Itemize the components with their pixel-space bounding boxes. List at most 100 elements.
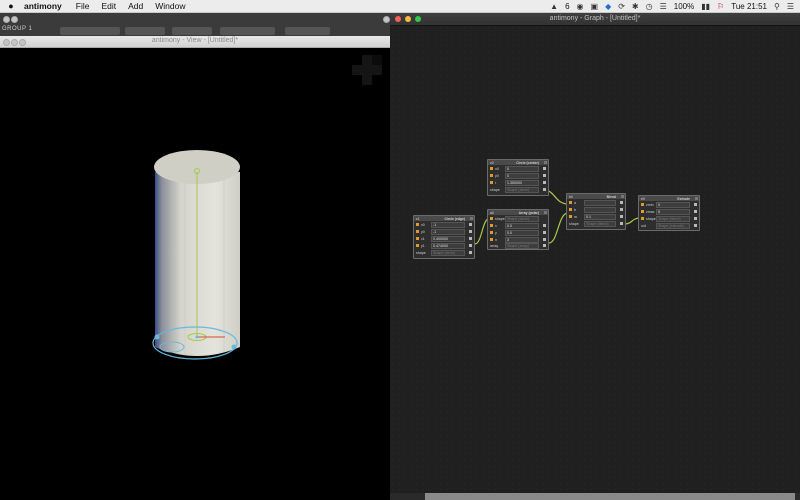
edge-handle-icon[interactable] xyxy=(154,334,160,340)
background-tab[interactable] xyxy=(285,27,330,35)
param-field[interactable] xyxy=(584,199,616,206)
background-window-bar[interactable] xyxy=(425,493,795,500)
list-icon[interactable]: ☰ xyxy=(787,2,794,11)
node-blend[interactable]: b0 Blend a b m 0.1 shape Shape (blend) xyxy=(566,193,626,230)
input-pin-icon[interactable] xyxy=(641,217,644,220)
viewport-3d[interactable] xyxy=(0,47,390,500)
param-label: y0 xyxy=(495,173,499,178)
param-field[interactable]: 0 xyxy=(505,172,539,179)
param-field[interactable]: 0.0 xyxy=(505,222,539,229)
node-close-icon[interactable] xyxy=(544,211,547,214)
node-close-icon[interactable] xyxy=(621,195,624,198)
output-pin-icon[interactable] xyxy=(620,208,623,211)
menu-edit[interactable]: Edit xyxy=(95,1,122,11)
output-pin-icon[interactable] xyxy=(694,210,697,213)
output-pin-icon[interactable] xyxy=(469,244,472,247)
camera-icon[interactable]: ▣ xyxy=(591,2,599,11)
output-pin-icon[interactable] xyxy=(543,188,546,191)
bluetooth-icon[interactable]: ✱ xyxy=(632,2,639,11)
output-pin-icon[interactable] xyxy=(694,203,697,206)
node-circle-edge[interactable]: c1 Circle (edge) x0 -1 y0 -1 x1 0.400000 y1… xyxy=(413,215,475,259)
graph-window[interactable]: antimony - Graph - [Untitled]* c0 Circle… xyxy=(390,13,800,493)
input-pin-icon[interactable] xyxy=(416,223,419,226)
background-window-close-icon[interactable] xyxy=(3,16,10,23)
apple-menu-icon[interactable]: ● xyxy=(0,1,22,11)
background-window-min-icon[interactable] xyxy=(11,16,18,23)
battery-icon[interactable]: ▮▮ xyxy=(701,2,710,11)
output-pin-icon[interactable] xyxy=(469,237,472,240)
input-pin-icon[interactable] xyxy=(490,224,493,227)
timemachine-icon[interactable]: ◷ xyxy=(646,2,653,11)
menu-window[interactable]: Window xyxy=(149,1,191,11)
dropbox-icon[interactable]: ◆ xyxy=(605,2,611,11)
input-pin-icon[interactable] xyxy=(416,244,419,247)
background-tab[interactable] xyxy=(220,27,275,35)
adobe-icon[interactable]: ▲ xyxy=(550,2,558,11)
output-pin-icon[interactable] xyxy=(543,174,546,177)
output-pin-icon[interactable] xyxy=(543,167,546,170)
flag-icon[interactable]: ⚐ xyxy=(717,2,724,11)
param-field[interactable]: -1 xyxy=(431,221,465,228)
node-close-icon[interactable] xyxy=(470,217,473,220)
param-field[interactable]: 1.350000 xyxy=(505,179,539,186)
param-field[interactable]: 0 xyxy=(505,165,539,172)
param-field[interactable]: Shape (blend) xyxy=(656,215,690,222)
background-tab[interactable] xyxy=(172,27,212,35)
clock[interactable]: Tue 21:51 xyxy=(731,2,767,11)
output-pin-icon[interactable] xyxy=(543,224,546,227)
output-pin-icon[interactable] xyxy=(620,215,623,218)
origin-handle-icon[interactable] xyxy=(195,335,199,339)
param-field[interactable]: 0.1 xyxy=(584,213,616,220)
input-pin-icon[interactable] xyxy=(490,231,493,234)
input-pin-icon[interactable] xyxy=(569,215,572,218)
input-pin-icon[interactable] xyxy=(569,201,572,204)
input-pin-icon[interactable] xyxy=(569,208,572,211)
param-field[interactable]: 0.474000 xyxy=(431,242,465,249)
input-pin-icon[interactable] xyxy=(416,230,419,233)
param-field[interactable]: 0.0 xyxy=(505,229,539,236)
param-field[interactable]: 5 xyxy=(656,208,690,215)
output-pin-icon[interactable] xyxy=(543,231,546,234)
output-pin-icon[interactable] xyxy=(469,251,472,254)
output-pin-icon[interactable] xyxy=(469,230,472,233)
output-pin-icon[interactable] xyxy=(694,224,697,227)
evernote-icon[interactable]: ◉ xyxy=(577,2,584,11)
radius-handle-icon[interactable] xyxy=(231,344,237,350)
input-pin-icon[interactable] xyxy=(416,237,419,240)
output-pin-icon[interactable] xyxy=(543,238,546,241)
output-pin-icon[interactable] xyxy=(620,222,623,225)
background-window-max-icon[interactable] xyxy=(383,16,390,23)
node-circle-center[interactable]: c0 Circle (center) x0 0 y0 0 r 1.350000 sha… xyxy=(487,159,549,196)
input-pin-icon[interactable] xyxy=(490,217,493,220)
wifi-icon[interactable]: ☰ xyxy=(660,2,667,11)
param-field[interactable]: 0 xyxy=(656,201,690,208)
input-pin-icon[interactable] xyxy=(641,210,644,213)
output-pin-icon[interactable] xyxy=(543,181,546,184)
input-pin-icon[interactable] xyxy=(490,181,493,184)
input-pin-icon[interactable] xyxy=(490,238,493,241)
param-field[interactable]: 0.400000 xyxy=(431,235,465,242)
background-tab[interactable] xyxy=(125,27,165,35)
menu-file[interactable]: File xyxy=(70,1,96,11)
node-array-polar[interactable]: a0 Array (polar) shape Shape (circle) x 0.… xyxy=(487,209,549,250)
param-field[interactable] xyxy=(584,206,616,213)
background-tab[interactable] xyxy=(60,27,120,35)
sync-icon[interactable]: ⟳ xyxy=(618,2,625,11)
node-close-icon[interactable] xyxy=(695,197,698,200)
output-pin-icon[interactable] xyxy=(620,201,623,204)
output-pin-icon[interactable] xyxy=(469,223,472,226)
app-menu[interactable]: antimony xyxy=(22,1,70,11)
output-field: Shape (circle) xyxy=(431,249,465,256)
node-close-icon[interactable] xyxy=(544,161,547,164)
input-pin-icon[interactable] xyxy=(490,167,493,170)
input-pin-icon[interactable] xyxy=(641,203,644,206)
input-pin-icon[interactable] xyxy=(490,174,493,177)
menu-add[interactable]: Add xyxy=(122,1,149,11)
search-icon[interactable]: ⚲ xyxy=(774,2,780,11)
param-field[interactable]: Shape (circle) xyxy=(505,215,539,222)
output-pin-icon[interactable] xyxy=(694,217,697,220)
view-axis-gizmo-icon[interactable] xyxy=(352,55,382,85)
param-field[interactable]: -1 xyxy=(431,228,465,235)
node-extrude[interactable]: e0 Extrude zmin 0 zmax 5 shape Shape (blend… xyxy=(638,195,700,231)
output-pin-icon[interactable] xyxy=(543,244,546,247)
